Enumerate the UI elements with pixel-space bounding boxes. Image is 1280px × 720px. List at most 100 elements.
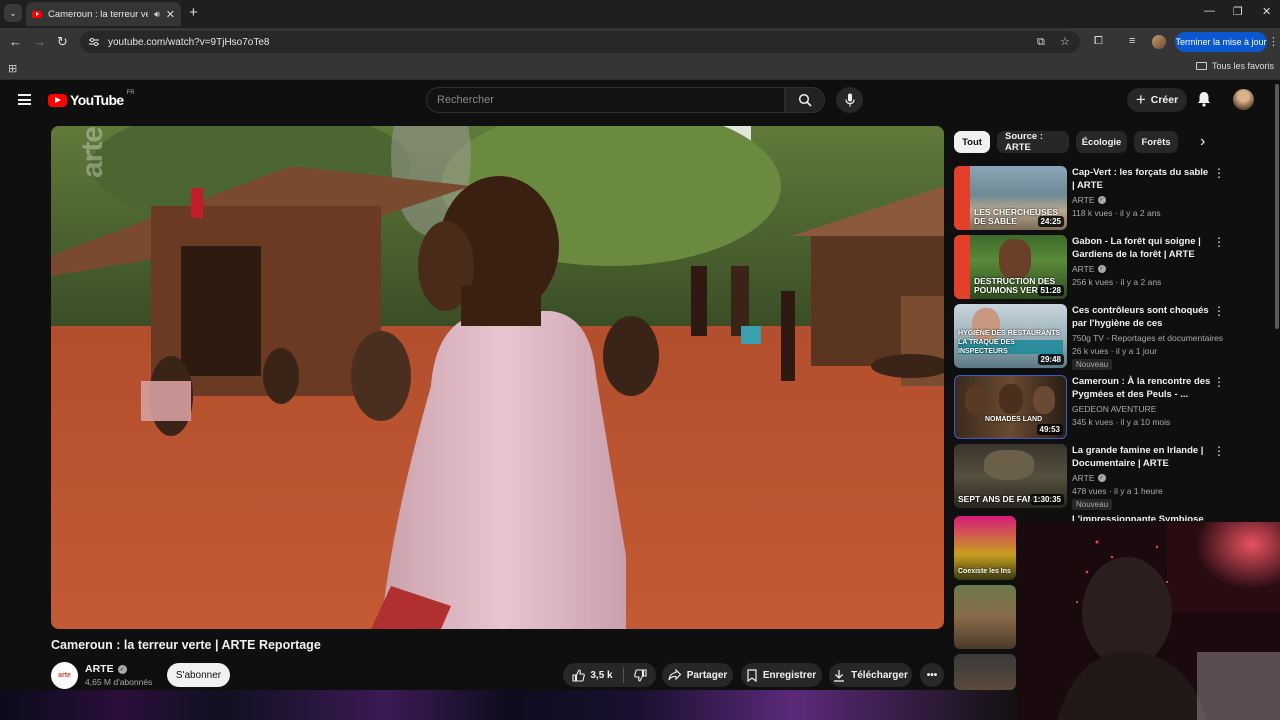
video-thumbnail[interactable]: Coexiste les Ins <box>954 516 1016 580</box>
tab-search-button[interactable]: ⌄ <box>4 4 22 22</box>
apps-grid-icon[interactable]: ⊞ <box>8 62 17 75</box>
site-info-icon[interactable] <box>88 36 100 48</box>
subscriber-count: 4,65 M d'abonnés <box>85 677 153 687</box>
maximize-icon[interactable]: ❐ <box>1233 5 1243 18</box>
recommendation-item[interactable]: SEPT ANS DE FAMINE 1:30:35 La grande fam… <box>954 444 1264 510</box>
cast-icon[interactable]: ⧉ <box>1037 31 1045 53</box>
back-arrow-icon[interactable]: ← <box>9 34 22 50</box>
recommendation-item[interactable]: HYGIÈNE DES RESTAURANTS LA TRAQUE DES IN… <box>954 304 1264 370</box>
reload-icon[interactable]: ↻ <box>57 34 68 50</box>
new-tab-button[interactable]: + <box>189 5 198 21</box>
more-vertical-icon[interactable]: ⋮ <box>1213 375 1225 389</box>
more-vertical-icon[interactable]: ⋮ <box>1213 304 1225 318</box>
recommendation-channel[interactable]: ARTE ✓ <box>1072 473 1106 483</box>
recommendation-channel[interactable]: 750g TV - Reportages et documentaires <box>1072 333 1223 343</box>
download-button[interactable]: Télécharger <box>829 663 912 687</box>
youtube-header: YouTube FR + Créer <box>0 80 1280 120</box>
recommendation-title[interactable]: Cameroun : À la rencontre des Pygmées et… <box>1072 375 1212 401</box>
like-divider <box>622 667 624 683</box>
voice-search-button[interactable] <box>836 87 863 113</box>
like-button[interactable]: 3,5 k <box>572 668 613 682</box>
plus-icon: + <box>1135 90 1146 109</box>
dislike-button[interactable] <box>633 668 647 682</box>
user-avatar[interactable] <box>1233 89 1254 110</box>
close-window-icon[interactable]: ✕ <box>1262 5 1271 18</box>
recommendation-channel[interactable]: ARTE ✓ <box>1072 264 1106 274</box>
tab-title: Cameroun : la terreur verte <box>48 8 148 20</box>
menu-icon[interactable] <box>18 94 31 105</box>
recommendation-channel[interactable]: ARTE ✓ <box>1072 195 1106 205</box>
more-vertical-icon[interactable]: ⋮ <box>1213 166 1225 180</box>
save-button[interactable]: Enregistrer <box>741 663 822 687</box>
recommendation-meta: 118 k vues · il y a 2 ans <box>1072 208 1161 218</box>
notifications-button[interactable] <box>1197 91 1211 112</box>
search-button[interactable] <box>784 87 825 113</box>
reading-list-icon[interactable]: ≡ <box>1129 35 1135 47</box>
microphone-icon <box>844 93 855 107</box>
bell-icon <box>1198 92 1210 107</box>
bookmark-star-icon[interactable]: ☆ <box>1060 31 1070 53</box>
recommendation-title[interactable]: Gabon - La forêt qui soigne | Gardiens d… <box>1072 235 1212 261</box>
verified-icon: ✓ <box>117 664 127 674</box>
address-bar[interactable]: youtube.com/watch?v=9TjHso7oTe8 ⧉ ☆ <box>80 31 1080 53</box>
recommendation-title[interactable]: L'impressionnante Symbiose du ... <box>1072 513 1212 521</box>
page-scrollbar[interactable] <box>1275 84 1279 329</box>
chip-source-arte[interactable]: Source : ARTE <box>997 131 1069 153</box>
duration-badge: 1:30:35 <box>1030 494 1064 505</box>
more-vertical-icon[interactable]: ⋮ <box>1213 444 1225 458</box>
speaker-icon[interactable]: 🔊︎ <box>154 9 160 20</box>
recommendation-thumbnail-partial[interactable] <box>954 585 1016 649</box>
all-bookmarks-button[interactable]: Tous les favoris <box>1195 61 1274 71</box>
like-count: 3,5 k <box>590 669 613 681</box>
recommendation-title[interactable]: Ces contrôleurs sont choqués par l'hygiè… <box>1072 304 1212 330</box>
chip-forets[interactable]: Forêts <box>1134 131 1178 153</box>
video-thumbnail[interactable]: NOMADES LAND 49:53 <box>954 375 1067 439</box>
browser-tab-active[interactable]: Cameroun : la terreur verte 🔊︎ ✕ <box>26 2 181 26</box>
recommendation-thumbnail-partial[interactable]: Coexiste les Ins <box>954 516 1016 580</box>
verified-icon: ✓ <box>1097 474 1106 482</box>
create-button[interactable]: + Créer <box>1127 88 1187 112</box>
extensions-icon[interactable]: ⧠ <box>1094 35 1103 48</box>
country-code: FR <box>126 90 135 96</box>
subscribe-button[interactable]: S'abonner <box>167 663 230 687</box>
recommendation-title[interactable]: Cap-Vert : les forçats du sable | ARTE <box>1072 166 1212 192</box>
recommendation-item[interactable]: DESTRUCTION DES POUMONS VERTS 51:28 Gabo… <box>954 235 1264 301</box>
video-thumbnail[interactable] <box>954 585 1016 649</box>
recommendation-item[interactable]: LES CHERCHEUSES DE SABLE 24:25 Cap-Vert … <box>954 166 1264 232</box>
recommendation-meta: 256 k vues · il y a 2 ans <box>1072 277 1162 287</box>
minimize-icon[interactable]: — <box>1204 5 1215 17</box>
recommendation-thumbnail-partial[interactable] <box>954 654 1016 690</box>
channel-label: GEDEON AVENTURE <box>1072 404 1157 414</box>
share-button[interactable]: Partager <box>662 663 733 687</box>
update-browser-button[interactable]: Terminer la mise à jour <box>1175 32 1267 52</box>
channel-name[interactable]: ARTE ✓ <box>85 663 127 675</box>
chip-tout[interactable]: Tout <box>954 131 990 153</box>
forward-arrow-icon[interactable]: → <box>33 34 46 50</box>
duration-badge: 29:48 <box>1037 354 1064 365</box>
youtube-logo[interactable]: YouTube FR <box>48 90 135 108</box>
chevron-right-icon[interactable]: › <box>1200 134 1205 150</box>
recommendation-channel[interactable]: GEDEON AVENTURE <box>1072 404 1156 414</box>
recommendation-item[interactable]: NOMADES LAND 49:53 Cameroun : À la renco… <box>954 375 1264 441</box>
video-thumbnail[interactable]: LES CHERCHEUSES DE SABLE 24:25 <box>954 166 1067 230</box>
video-thumbnail[interactable] <box>954 654 1016 690</box>
video-title: Cameroun : la terreur verte | ARTE Repor… <box>51 638 321 652</box>
video-thumbnail[interactable]: HYGIÈNE DES RESTAURANTS LA TRAQUE DES IN… <box>954 304 1067 368</box>
browser-profile-avatar[interactable] <box>1152 35 1166 49</box>
browser-menu-icon[interactable]: ⋮ <box>1268 35 1279 48</box>
recommendation-title[interactable]: La grande famine en Irlande | Documentai… <box>1072 444 1212 470</box>
channel-avatar[interactable]: arte <box>51 662 78 689</box>
chip-ecologie[interactable]: Écologie <box>1076 131 1127 153</box>
video-thumbnail[interactable]: DESTRUCTION DES POUMONS VERTS 51:28 <box>954 235 1067 299</box>
download-icon <box>834 669 845 682</box>
bookmarks-bar: ⊞ Tous les favoris <box>0 56 1280 80</box>
search-input[interactable] <box>426 87 784 113</box>
more-vertical-icon[interactable]: ⋮ <box>1213 235 1225 249</box>
video-player[interactable]: arte <box>51 126 944 629</box>
tab-close-icon[interactable]: ✕ <box>166 8 175 21</box>
video-thumbnail[interactable]: SEPT ANS DE FAMINE 1:30:35 <box>954 444 1067 508</box>
folder-icon <box>1195 62 1207 70</box>
new-badge: Nouveau <box>1072 359 1113 370</box>
url-text: youtube.com/watch?v=9TjHso7oTe8 <box>108 36 270 48</box>
more-actions-button[interactable]: ••• <box>920 663 944 687</box>
